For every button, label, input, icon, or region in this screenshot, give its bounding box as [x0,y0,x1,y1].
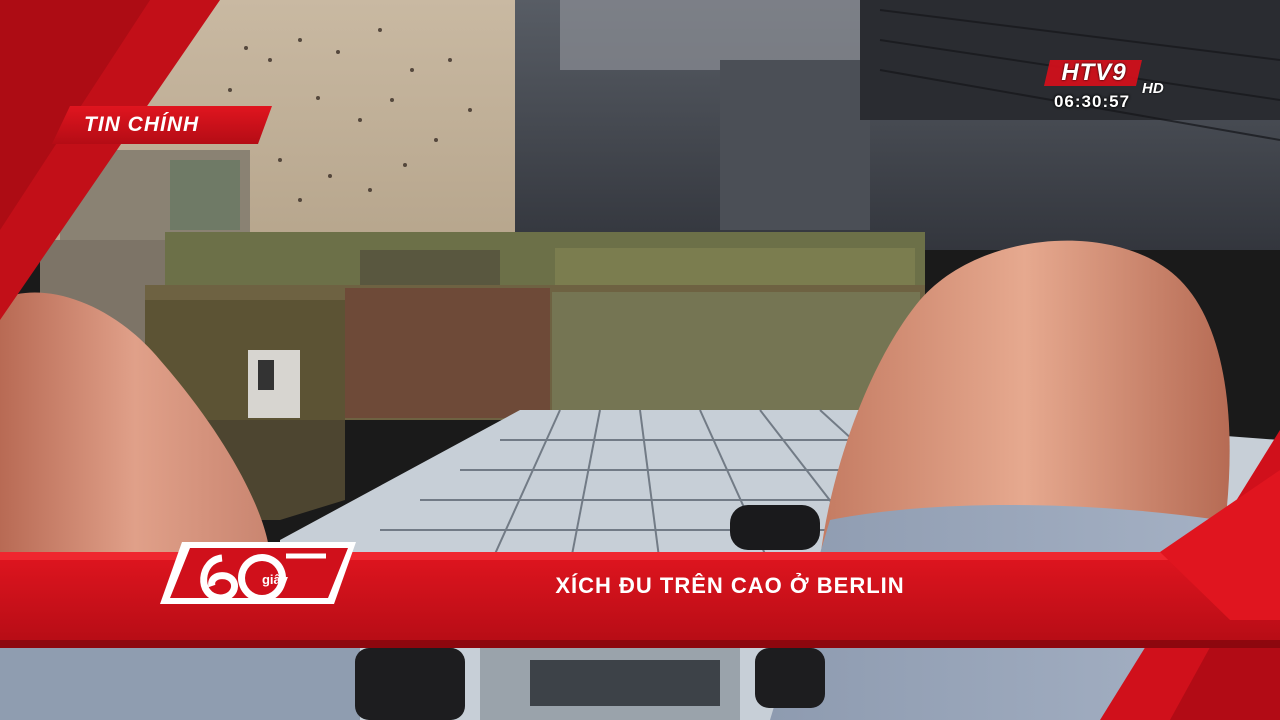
channel-logo: HTV9 [1061,59,1127,86]
broadcast-clock: 06:30:57 [1053,92,1131,111]
section-label: TIN CHÍNH [84,113,200,136]
video-frame: TIN CHÍNH HTV9 HD 06:30:57 giây XÍCH ĐU … [0,0,1280,720]
program-logo-unit: giây [261,572,288,587]
headline-ticker: XÍCH ĐU TRÊN CAO Ở BERLIN [555,573,905,598]
hd-badge: HD [1142,80,1164,97]
